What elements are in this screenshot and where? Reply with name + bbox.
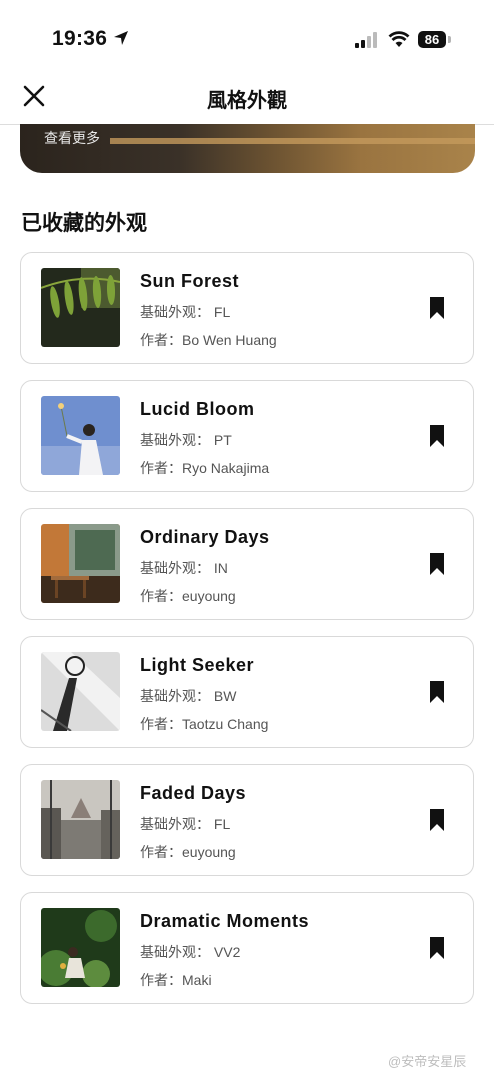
nav-bar: 風格外觀 — [0, 70, 494, 125]
banner-image — [110, 138, 475, 144]
look-base: 基础外观： FL — [140, 816, 231, 832]
bookmark-filled-icon[interactable] — [429, 552, 445, 576]
bookmark-filled-icon[interactable] — [429, 808, 445, 832]
look-author: 作者：Maki — [140, 972, 212, 988]
look-base: 基础外观： BW — [140, 688, 237, 704]
look-base: 基础外观： IN — [140, 560, 228, 576]
cellular-signal-icon — [355, 32, 377, 48]
location-arrow-icon — [114, 31, 128, 45]
battery-level: 86 — [418, 31, 446, 48]
status-bar: 19:36 86 — [0, 0, 494, 70]
look-card[interactable]: Light Seeker 基础外观： BW 作者：Taotzu Chang — [20, 636, 474, 748]
look-thumbnail — [41, 780, 120, 859]
look-card[interactable]: Lucid Bloom 基础外观： PT 作者：Ryo Nakajima — [20, 380, 474, 492]
see-more-link[interactable]: 查看更多 — [44, 128, 100, 148]
bookmark-filled-icon[interactable] — [429, 424, 445, 448]
look-thumbnail — [41, 524, 120, 603]
look-author: 作者：Bo Wen Huang — [140, 332, 277, 348]
status-time: 19:36 — [52, 27, 108, 50]
bookmark-filled-icon[interactable] — [429, 680, 445, 704]
look-base: 基础外观： VV2 — [140, 944, 241, 960]
look-author: 作者：Taotzu Chang — [140, 716, 269, 732]
look-thumbnail — [41, 908, 120, 987]
look-title: Sun Forest — [140, 271, 240, 291]
battery-icon: 86 — [418, 31, 451, 49]
look-card[interactable]: Dramatic Moments 基础外观： VV2 作者：Maki — [20, 892, 474, 1004]
look-thumbnail — [41, 396, 120, 475]
watermark: @安帝安星辰 — [388, 1054, 467, 1069]
look-thumbnail — [41, 268, 120, 347]
look-card[interactable]: Faded Days 基础外观： FL 作者：euyoung — [20, 764, 474, 876]
look-thumbnail — [41, 652, 120, 731]
look-author: 作者：euyoung — [140, 588, 236, 604]
wifi-icon — [388, 31, 410, 47]
look-base: 基础外观： PT — [140, 432, 232, 448]
bookmark-filled-icon[interactable] — [429, 936, 445, 960]
look-base: 基础外观： FL — [140, 304, 231, 320]
look-title: Light Seeker — [140, 655, 255, 675]
page-title: 風格外觀 — [207, 90, 287, 112]
look-title: Dramatic Moments — [140, 911, 310, 931]
look-author: 作者：euyoung — [140, 844, 236, 860]
look-author: 作者：Ryo Nakajima — [140, 460, 270, 476]
featured-banner[interactable]: 查看更多 — [20, 124, 475, 173]
section-title: 已收藏的外观 — [21, 212, 147, 235]
look-card[interactable]: Ordinary Days 基础外观： IN 作者：euyoung — [20, 508, 474, 620]
look-title: Faded Days — [140, 783, 247, 803]
bookmark-filled-icon[interactable] — [429, 296, 445, 320]
look-title: Lucid Bloom — [140, 399, 255, 419]
look-card[interactable]: Sun Forest 基础外观： FL 作者：Bo Wen Huang — [20, 252, 474, 364]
look-title: Ordinary Days — [140, 527, 270, 547]
